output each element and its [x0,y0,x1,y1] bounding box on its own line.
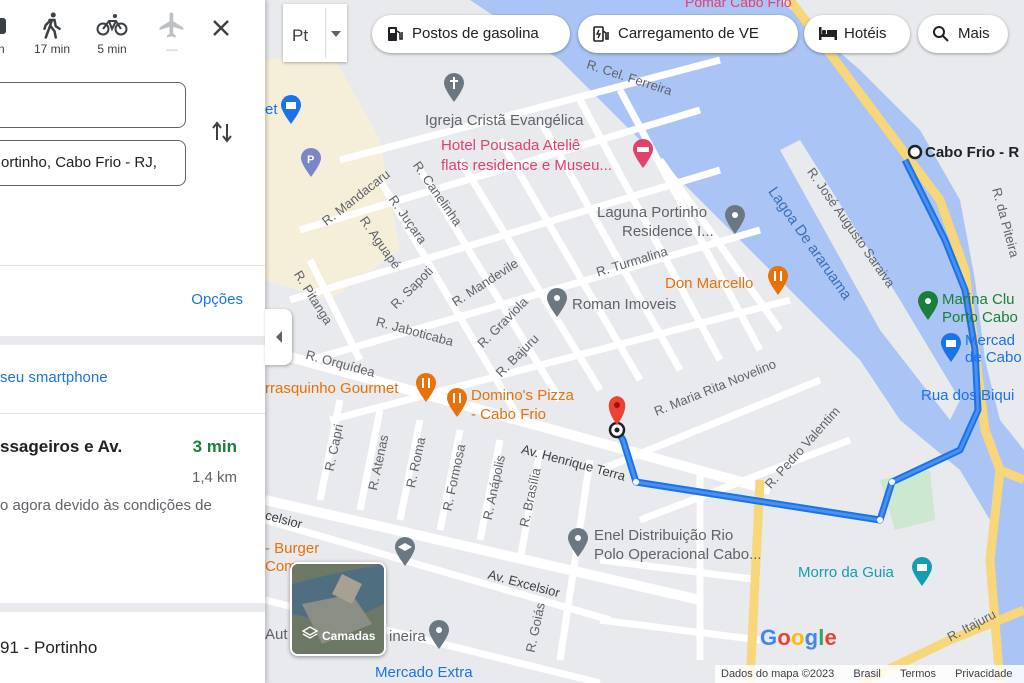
office-pin-icon[interactable] [566,528,590,558]
chip-label: Carregamento de VE [618,25,759,42]
car-icon [0,10,20,44]
chip-label: Postos de gasolina [412,25,539,42]
divider [0,265,265,266]
layers-icon [302,626,318,639]
layers-button[interactable]: Camadas [290,562,386,656]
route-name: ssageiros e Av. [0,437,123,456]
poi-label[interactable]: Aut [265,626,288,643]
route-time: 3 min [192,437,237,456]
mode-car-time: min [0,42,5,56]
destination-step[interactable]: 91 - Portinho [0,638,97,658]
mode-flight-time: — [166,42,178,56]
mode-walk[interactable]: 17 min [27,10,77,56]
swap-icon[interactable] [210,118,234,146]
poi-label[interactable]: - Burger [265,540,319,557]
chevron-down-icon [331,31,341,37]
layers-label: Camadas [322,629,376,643]
poi-label[interactable]: - Cabo Frio [471,406,546,423]
poi-label[interactable]: Rua dos Biqui [921,387,1014,404]
poi-label[interactable]: Mercado Extra [375,664,473,681]
parking-pin-icon[interactable]: P [299,148,323,178]
send-to-phone-link[interactable]: seu smartphone [0,369,108,386]
map-type-label: Pt [292,26,309,45]
destination-input[interactable]: ortinho, Cabo Frio - RJ, [0,140,186,186]
map-data-credit[interactable]: Dados do mapa ©2023 [721,668,834,680]
poi-label[interactable]: rrasquinho Gourmet [265,380,398,397]
poi-label[interactable]: ineira [389,628,426,645]
chip-hotels[interactable]: Hotéis [804,15,910,53]
search-icon [933,26,949,42]
chip-ev-charging[interactable]: Carregamento de VE [578,15,798,53]
country-label: Brasil [853,668,881,680]
mode-bike-time: 5 min [97,42,127,56]
marina-pin-icon[interactable] [916,291,940,321]
poi-label[interactable]: Polo Operacional Cabo... [594,546,762,563]
poi-label[interactable]: Hotel Pousada Ateliê [441,137,580,154]
google-logo: Google [760,625,837,650]
section-divider [0,603,265,612]
poi-label[interactable]: Roman Imoveis [572,296,676,313]
bike-icon [87,10,137,44]
mode-flight[interactable]: — [147,10,197,56]
realestate-pin-icon[interactable] [545,288,569,318]
poi-label[interactable]: Marina Clu [942,291,1015,308]
poi-label[interactable]: flats residence e Museu... [441,157,612,174]
restaurant-pin-icon[interactable] [414,373,438,403]
options-link[interactable]: Opções [191,291,243,308]
svg-text:P: P [307,154,314,166]
church-pin-icon[interactable] [442,73,466,103]
route-note: o agora devido às condições de [0,497,212,514]
map-attribution: Dados do mapa ©2023 Brasil Termos Privac… [715,665,1024,683]
chip-label: Hotéis [844,25,887,42]
divider [325,8,326,58]
route-distance: 1,4 km [191,469,237,486]
poi-label[interactable]: de Cabo [965,349,1022,366]
collapse-panel-button[interactable] [265,309,292,365]
poi-label[interactable]: Enel Distribuição Rio [594,527,733,544]
mode-car[interactable]: min [0,10,20,56]
poi-label[interactable]: Mercad [965,332,1015,349]
ev-charger-icon [593,26,609,42]
poi-label[interactable]: Igreja Cristã Evangélica [425,112,583,129]
poi-label[interactable]: Don Marcello [665,275,753,292]
origin-input[interactable] [0,82,186,128]
poi-label[interactable]: Laguna Portinho [597,204,707,221]
pizza-pin-icon[interactable] [445,388,469,418]
poi-label[interactable]: Porto Cabo [942,309,1018,326]
chip-gas-stations[interactable]: Postos de gasolina [372,15,570,53]
map-type-selector[interactable]: Pt [283,4,347,62]
privacy-link[interactable]: Privacidade [955,668,1012,680]
chip-more[interactable]: Mais [918,15,1008,53]
destination-label[interactable]: Cabo Frio - R [925,144,1019,161]
shopping-pin-icon[interactable] [939,333,963,363]
chip-label: Mais [958,25,990,42]
terms-link[interactable]: Termos [900,668,936,680]
chevron-left-icon [276,331,282,343]
directions-panel: min 17 min 5 min — ortinho, Cabo Frio - … [0,0,265,683]
mode-bike[interactable]: 5 min [87,10,137,56]
place-pin-icon[interactable] [427,620,451,650]
divider [0,413,265,414]
poi-label[interactable]: et [265,101,278,118]
close-icon[interactable] [207,14,235,42]
shopping-pin-icon[interactable] [279,95,303,125]
walk-icon [27,10,77,44]
gas-station-icon [388,27,403,41]
tourist-pin-icon[interactable] [910,557,934,587]
school-pin-icon[interactable] [393,537,417,567]
residence-pin-icon[interactable] [723,205,747,235]
airplane-icon [147,10,197,44]
hotel-pin-icon[interactable] [631,139,655,169]
section-divider [0,336,265,345]
poi-label[interactable]: Morro da Guia [798,564,894,581]
poi-label[interactable]: Domino's Pizza [471,387,574,404]
hotel-icon [819,27,837,40]
poi-label[interactable]: Pomar Cabo Frio [685,0,792,10]
poi-label[interactable]: Residence I... [622,223,714,240]
mode-walk-time: 17 min [33,42,71,56]
restaurant-pin-icon[interactable] [766,266,790,296]
